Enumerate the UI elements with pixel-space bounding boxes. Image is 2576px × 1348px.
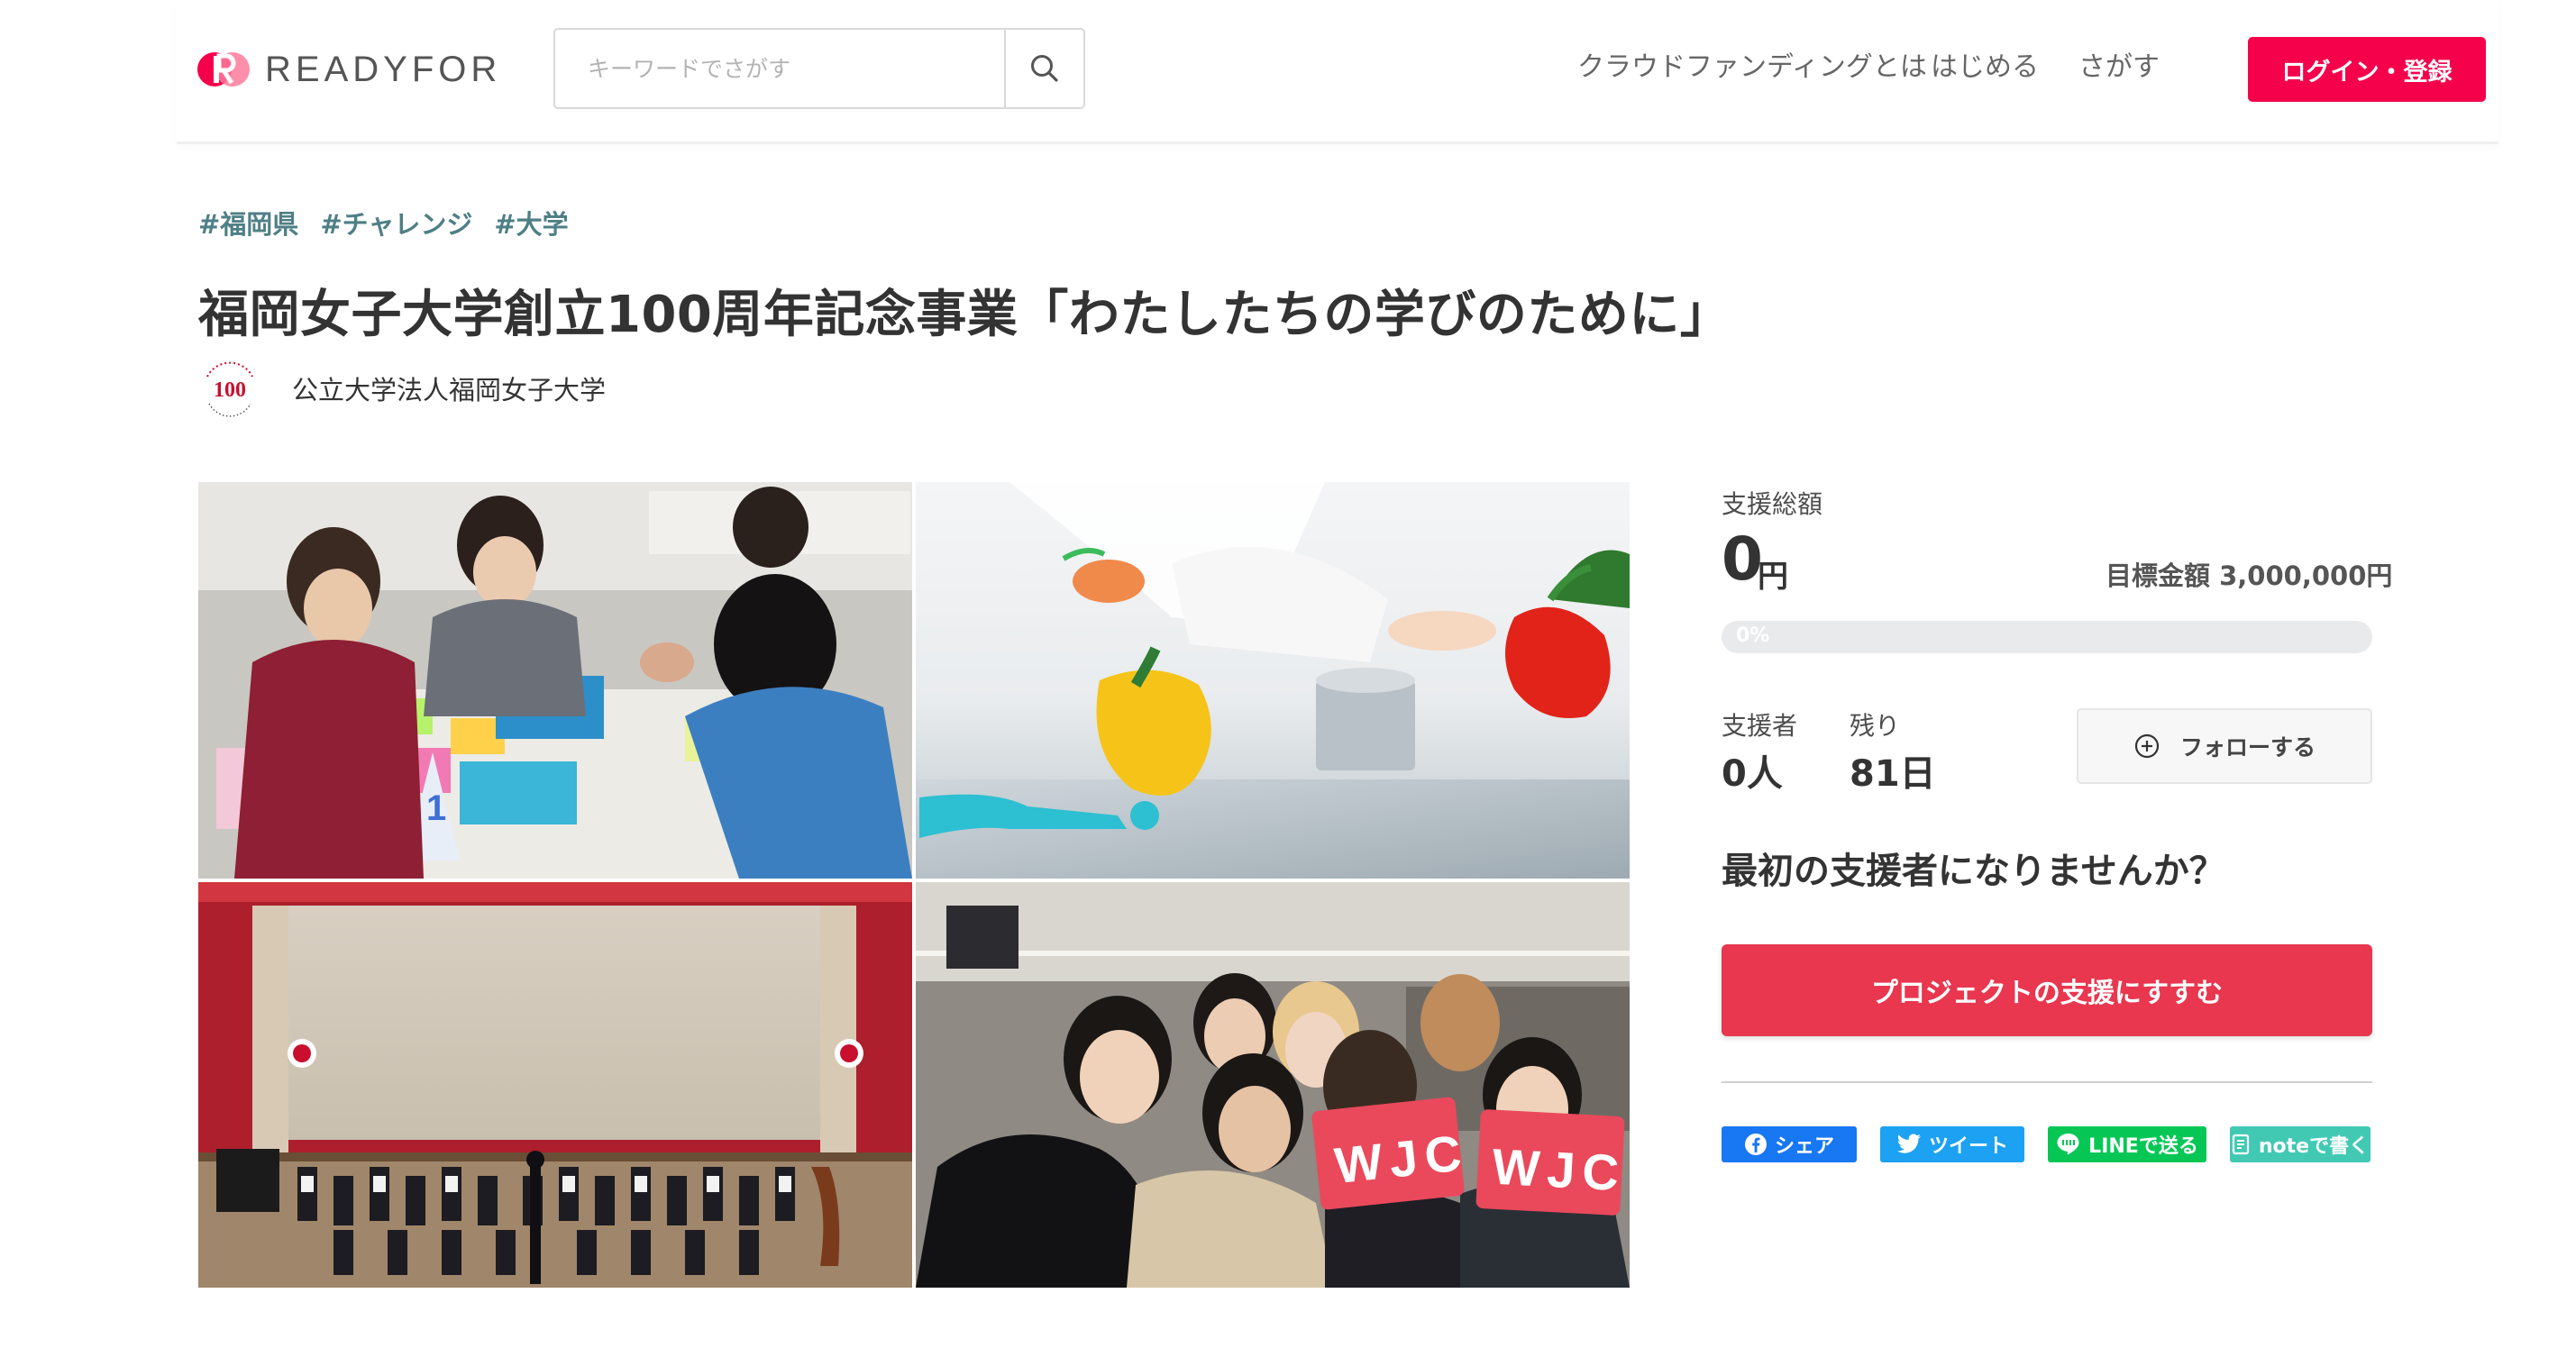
note-share-label: noteで書く bbox=[2258, 1135, 2370, 1158]
tag-university[interactable]: #大学 bbox=[494, 204, 568, 241]
follow-button[interactable]: フォローする bbox=[2077, 708, 2372, 784]
logo-text: READYFOR bbox=[265, 49, 502, 89]
search-icon bbox=[1031, 55, 1058, 82]
twitter-icon bbox=[1896, 1134, 1921, 1153]
collage-svg: 1 WJC WJC bbox=[198, 482, 1630, 1288]
readyfor-logo-icon bbox=[197, 52, 250, 87]
total-amount-label: 支援総額 bbox=[1722, 489, 1823, 519]
search-box bbox=[553, 28, 1085, 109]
note-share-button[interactable]: noteで書く bbox=[2230, 1126, 2370, 1162]
group-photo: WJC WJC bbox=[916, 882, 1630, 1288]
follow-button-label: フォローする bbox=[2179, 734, 2316, 761]
tag-list: #福岡県 #チャレンジ #大学 bbox=[198, 204, 590, 241]
supporters-label: 支援者 bbox=[1722, 711, 1798, 741]
owner-name: 公立大学法人福岡女子大学 bbox=[292, 375, 607, 405]
nav-search[interactable]: さがす bbox=[2078, 49, 2160, 87]
search-input[interactable] bbox=[555, 30, 1004, 107]
line-icon bbox=[2057, 1134, 2079, 1155]
owner-logo-text: 100 bbox=[214, 378, 246, 402]
project-main-image: 1 WJC WJC bbox=[198, 482, 1630, 1288]
twitter-share-label: ツイート bbox=[1928, 1135, 2008, 1158]
plus-circle-icon bbox=[2134, 733, 2160, 759]
workshop-photo: 1 bbox=[198, 482, 912, 879]
nav-start[interactable]: はじめる bbox=[1931, 49, 2039, 87]
owner-logo: 100 bbox=[200, 359, 260, 418]
tag-fukuoka[interactable]: #福岡県 bbox=[198, 204, 298, 241]
divider bbox=[1722, 1081, 2372, 1083]
tag-challenge[interactable]: #チャレンジ bbox=[320, 204, 472, 241]
support-project-button[interactable]: プロジェクトの支援にすすむ bbox=[1722, 944, 2372, 1036]
kitchen-photo bbox=[916, 482, 1630, 879]
login-register-button[interactable]: ログイン・登録 bbox=[2248, 37, 2486, 102]
facebook-share-button[interactable]: シェア bbox=[1722, 1126, 1857, 1162]
orchestra-photo bbox=[198, 882, 912, 1288]
remaining-value: 81日 bbox=[1850, 753, 1936, 795]
twitter-share-button[interactable]: ツイート bbox=[1880, 1126, 2024, 1162]
table-number: 1 bbox=[426, 788, 446, 828]
readyfor-logo[interactable]: READYFOR bbox=[196, 45, 501, 94]
line-share-button[interactable]: LINEで送る bbox=[2048, 1126, 2206, 1162]
facebook-share-label: シェア bbox=[1774, 1135, 1834, 1158]
site-header: READYFOR クラウドファンディングとは はじめる さがす ログイン・登録 bbox=[177, 0, 2498, 144]
supporters-value: 0人 bbox=[1722, 753, 1783, 795]
project-owner[interactable]: 100 公立大学法人福岡女子大学 bbox=[198, 357, 606, 420]
search-button[interactable] bbox=[1004, 30, 1083, 107]
funding-progress-bar: 0% bbox=[1722, 621, 2372, 653]
first-supporter-prompt: 最初の支援者になりませんか？ bbox=[1722, 851, 2225, 892]
line-share-label: LINEで送る bbox=[2088, 1135, 2198, 1158]
goal-amount: 目標金額 3,000,000円 bbox=[2106, 560, 2393, 591]
nav-about-crowdfunding[interactable]: クラウドファンディングとは bbox=[1577, 49, 1927, 87]
facebook-icon bbox=[1744, 1134, 1767, 1155]
total-amount-unit: 円 bbox=[1758, 559, 1788, 595]
project-title: 福岡女子大学創立100周年記念事業「わたしたちの学びのために」 bbox=[198, 286, 1731, 344]
note-icon bbox=[2232, 1134, 2249, 1155]
remaining-label: 残り bbox=[1850, 711, 1901, 741]
wjc-sign-right: WJC bbox=[1491, 1138, 1628, 1202]
progress-percent: 0% bbox=[1736, 624, 1770, 647]
